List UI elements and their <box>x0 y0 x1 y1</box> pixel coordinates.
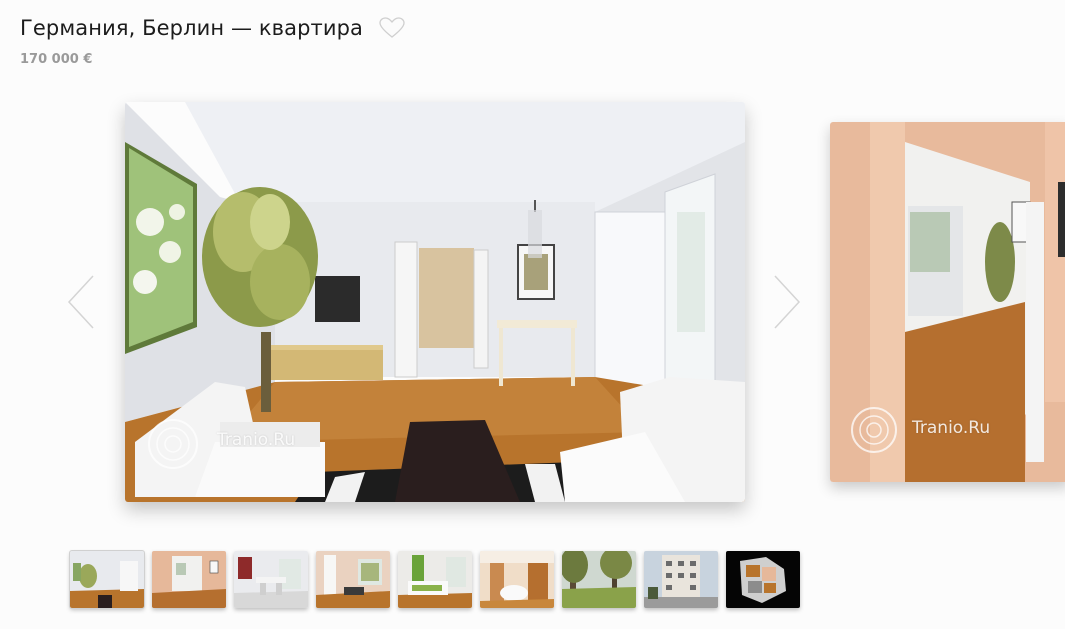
thumbnail-5[interactable] <box>398 551 472 608</box>
watermark-next: Tranio.Ru <box>904 418 990 438</box>
thumbnail-4[interactable] <box>316 551 390 608</box>
listing-header: Германия, Берлин — квартира 170 000 € <box>20 16 405 67</box>
thumbnail-6[interactable] <box>480 551 554 608</box>
thumbnail-3[interactable] <box>234 551 308 608</box>
title-row: Германия, Берлин — квартира <box>20 16 405 40</box>
favorite-button[interactable] <box>379 16 405 40</box>
watermark: Tranio.Ru <box>209 430 295 450</box>
current-slide-photo[interactable]: Tranio.Ru <box>125 102 745 502</box>
photo-slider: Tranio.Ru Tranio.Ru <box>0 102 1065 502</box>
listing-page: Германия, Берлин — квартира 170 000 € Tr… <box>0 0 1065 629</box>
watermark-text: Tranio.Ru <box>217 430 296 450</box>
chevron-left-icon <box>67 275 94 329</box>
chevron-right-icon <box>774 275 801 329</box>
thumbnail-1[interactable] <box>69 550 145 609</box>
listing-title: Германия, Берлин — квартира <box>20 16 363 40</box>
thumbnail-strip <box>69 550 800 609</box>
thumbnail-7[interactable] <box>562 551 636 608</box>
next-slide-photo[interactable]: Tranio.Ru <box>830 122 1065 482</box>
heart-icon <box>379 17 405 38</box>
prev-arrow-button[interactable] <box>66 274 96 330</box>
next-arrow-button[interactable] <box>772 274 802 330</box>
thumbnail-2[interactable] <box>152 551 226 608</box>
thumbnail-9[interactable] <box>726 551 800 608</box>
listing-price: 170 000 € <box>20 52 93 67</box>
thumbnail-8[interactable] <box>644 551 718 608</box>
watermark-text-next: Tranio.Ru <box>912 418 991 438</box>
